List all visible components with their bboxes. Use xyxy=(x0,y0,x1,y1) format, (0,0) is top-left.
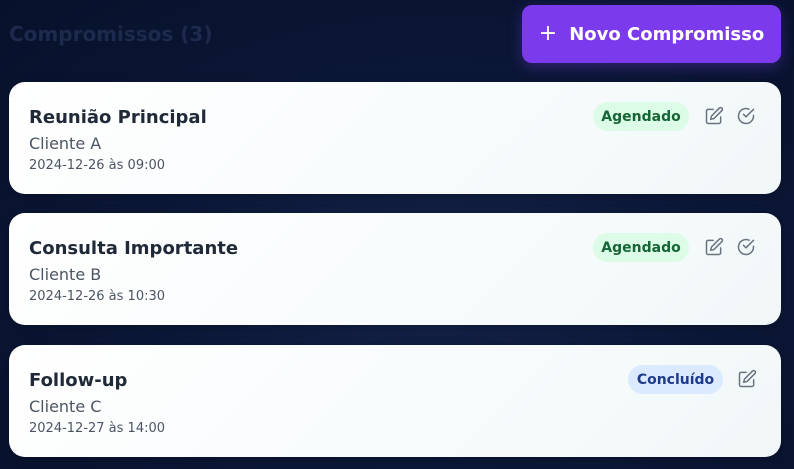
status-badge: Concluído xyxy=(628,365,723,394)
page-title: Compromissos (3) xyxy=(9,22,213,46)
new-appointment-label: Novo Compromisso xyxy=(569,23,765,45)
appointment-title: Follow-up xyxy=(29,370,128,391)
edit-icon[interactable] xyxy=(704,106,724,126)
appointment-title: Reunião Principal xyxy=(29,107,207,128)
edit-icon[interactable] xyxy=(704,237,724,257)
plus-icon: + xyxy=(538,21,558,46)
appointment-client: Cliente C xyxy=(29,397,102,416)
check-circle-icon[interactable] xyxy=(736,106,756,126)
status-badge: Agendado xyxy=(593,233,689,262)
edit-icon[interactable] xyxy=(737,369,757,389)
new-appointment-button[interactable]: + Novo Compromisso xyxy=(522,5,781,63)
appointment-client: Cliente B xyxy=(29,265,102,284)
check-circle-icon[interactable] xyxy=(736,237,756,257)
appointment-title: Consulta Importante xyxy=(29,238,239,259)
appointment-card: Consulta Importante Cliente B 2024-12-26… xyxy=(9,213,781,325)
appointment-datetime: 2024-12-26 às 09:00 xyxy=(29,158,166,173)
appointment-datetime: 2024-12-27 às 14:00 xyxy=(29,421,166,436)
status-badge: Agendado xyxy=(593,102,689,131)
appointment-card: Reunião Principal Cliente A 2024-12-26 à… xyxy=(9,82,781,194)
appointment-datetime: 2024-12-26 às 10:30 xyxy=(29,289,166,304)
appointment-client: Cliente A xyxy=(29,134,102,153)
appointment-card: Follow-up Cliente C 2024-12-27 às 14:00 … xyxy=(9,345,781,457)
